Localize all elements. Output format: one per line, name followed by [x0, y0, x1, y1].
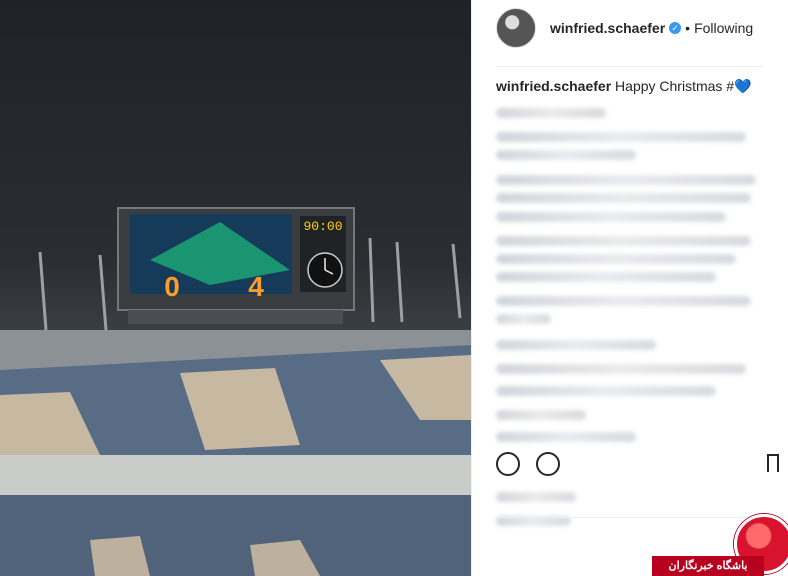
comment-line — [496, 432, 636, 442]
separator-dot: • — [685, 20, 691, 36]
comment-line — [496, 340, 656, 350]
comment-line — [496, 314, 551, 324]
comment-line — [496, 254, 736, 264]
post-actions — [496, 452, 560, 476]
comment-line — [496, 272, 716, 282]
verified-icon: ✓ — [669, 22, 682, 34]
post-header: winfried.schaefer ✓ • Following — [496, 8, 753, 48]
comment-line — [496, 296, 751, 306]
scoreboard-clock: 90:00 — [303, 219, 342, 234]
post-caption: winfried.schaefer Happy Christmas #💙 — [496, 78, 752, 95]
comment-line — [496, 410, 586, 420]
bookmark-icon[interactable] — [767, 454, 779, 478]
username-link[interactable]: winfried.schaefer — [550, 20, 665, 36]
comment-line — [496, 108, 606, 118]
following-button[interactable]: Following — [694, 20, 753, 36]
stadium-scene: 90:00 0 4 — [0, 207, 471, 576]
caption-text: Happy Christmas #💙 — [615, 78, 752, 94]
comment-line — [496, 386, 716, 396]
home-score: 0 — [164, 271, 180, 302]
watermark-badge: باشگاه خبرنگاران — [652, 556, 764, 576]
post-photo[interactable]: 90:00 0 4 — [0, 0, 471, 576]
comment-line — [496, 236, 751, 246]
post-sidebar: winfried.schaefer ✓ • Following winfried… — [471, 0, 788, 576]
header-divider — [496, 66, 763, 67]
comment-line — [496, 212, 726, 222]
comment-line — [496, 193, 751, 203]
caption-username-link[interactable]: winfried.schaefer — [496, 78, 611, 94]
avatar[interactable] — [496, 8, 536, 48]
likes-count — [496, 492, 576, 502]
comment-line — [496, 175, 756, 185]
comment-line — [496, 150, 636, 160]
heart-icon[interactable] — [496, 452, 520, 476]
comment-icon[interactable] — [536, 452, 560, 476]
comment-line — [496, 132, 746, 142]
away-score: 4 — [248, 271, 264, 302]
comment-line — [496, 364, 746, 374]
scoreboard: 90:00 0 4 — [117, 207, 355, 324]
